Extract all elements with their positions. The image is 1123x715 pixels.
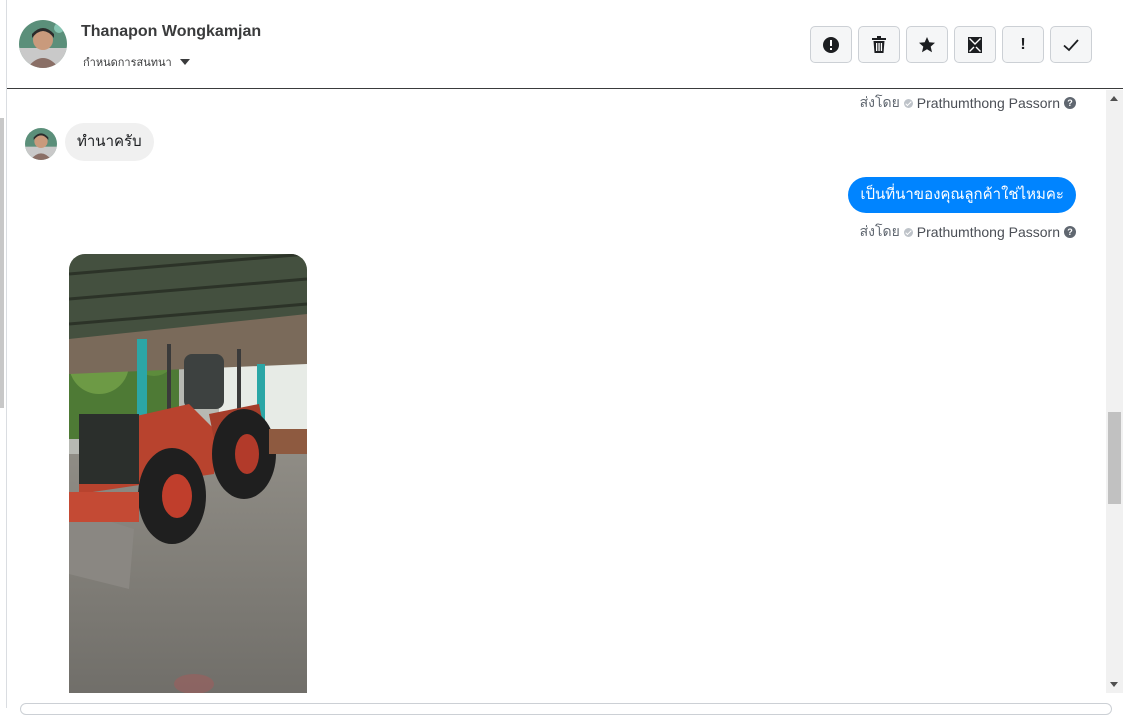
- scroll-down-icon[interactable]: [1110, 682, 1118, 687]
- incoming-message[interactable]: ทำนาครับ: [65, 123, 154, 161]
- contact-name[interactable]: Thanapon Wongkamjan: [81, 23, 261, 41]
- left-panel-edge: [0, 0, 7, 708]
- assign-conversation-dropdown[interactable]: กำหนดการสนทนา: [83, 53, 190, 71]
- assign-conversation-label: กำหนดการสนทนา: [83, 57, 172, 69]
- mark-unread-button[interactable]: [954, 26, 996, 63]
- follow-up-button[interactable]: !: [1002, 26, 1044, 63]
- mark-done-button[interactable]: [1050, 26, 1092, 63]
- mark-spam-button[interactable]: [810, 26, 852, 63]
- outgoing-message[interactable]: เป็นที่นาของคุณลูกค้าใช่ไหมคะ: [848, 177, 1076, 213]
- sent-by-meta: ส่งโดย Prathumthong Passorn ?: [860, 221, 1076, 243]
- chevron-down-icon: [179, 59, 190, 65]
- scroll-up-icon[interactable]: [1110, 96, 1118, 101]
- star-button[interactable]: [906, 26, 948, 63]
- message-thread: ส่งโดย Prathumthong Passorn ? ทำนาครับ เ…: [7, 90, 1106, 693]
- contact-avatar[interactable]: [19, 20, 67, 68]
- delete-button[interactable]: [858, 26, 900, 63]
- thread-scrollbar[interactable]: [1106, 90, 1123, 693]
- help-icon[interactable]: ?: [1064, 226, 1076, 238]
- incoming-image-tractor[interactable]: [69, 254, 307, 693]
- trash-icon: [871, 35, 887, 54]
- verified-check-icon: [903, 98, 913, 108]
- left-panel-scroll-thumb[interactable]: [0, 118, 4, 408]
- exclamation-icon: !: [1020, 35, 1026, 53]
- conversation-header: Thanapon Wongkamjan กำหนดการสนทนา !: [7, 0, 1123, 89]
- incoming-avatar[interactable]: [25, 128, 57, 160]
- conversation-toolbar: !: [810, 26, 1092, 63]
- star-icon: [918, 36, 936, 54]
- sender-name[interactable]: Prathumthong Passorn: [917, 224, 1060, 240]
- sender-name[interactable]: Prathumthong Passorn: [917, 95, 1060, 111]
- verified-check-icon: [903, 227, 913, 237]
- spam-alert-icon: [822, 36, 840, 54]
- scroll-thumb[interactable]: [1108, 412, 1121, 504]
- message-composer[interactable]: [20, 703, 1112, 715]
- sent-by-meta: ส่งโดย Prathumthong Passorn ?: [860, 92, 1076, 114]
- sent-by-label: ส่งโดย: [859, 94, 900, 110]
- help-icon[interactable]: ?: [1064, 97, 1076, 109]
- checkmark-icon: [1062, 36, 1080, 54]
- mark-unread-icon: [966, 36, 984, 54]
- sent-by-label: ส่งโดย: [859, 223, 900, 239]
